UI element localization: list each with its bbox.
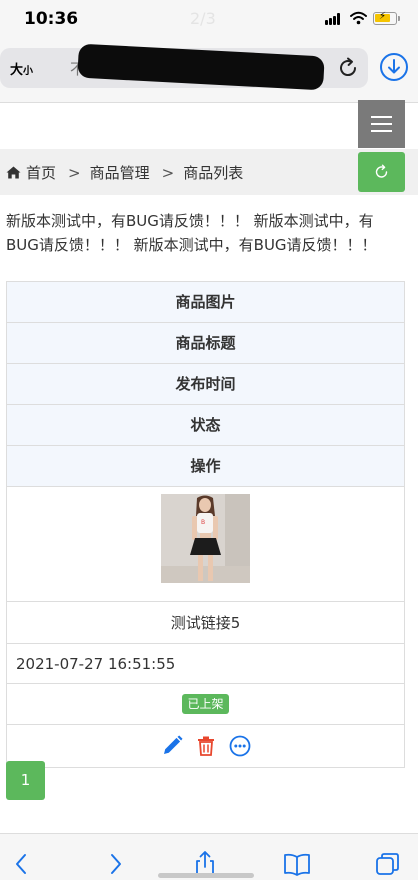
header-time: 发布时间: [7, 364, 404, 405]
status-cell: 已上架: [7, 684, 404, 725]
address-bar[interactable]: 大小 不: [0, 43, 368, 91]
title-cell[interactable]: 测试链接5: [7, 602, 404, 644]
browser-address-row: 大小 不: [0, 40, 418, 102]
site-header: [0, 102, 418, 148]
svg-text:B: B: [201, 519, 205, 526]
wifi-icon: [350, 11, 367, 25]
page: 10:36 2/3 ⚡ 大小 不: [0, 0, 418, 880]
edit-icon[interactable]: [161, 735, 183, 757]
more-icon[interactable]: [229, 735, 251, 757]
download-icon[interactable]: [380, 53, 408, 81]
header-actions: 操作: [7, 446, 404, 487]
status-time: 10:36: [24, 9, 79, 29]
header-status: 状态: [7, 405, 404, 446]
home-icon: [6, 166, 21, 179]
redaction-mark: [77, 43, 325, 91]
product-thumbnail[interactable]: B: [161, 494, 250, 583]
back-icon[interactable]: [8, 850, 36, 878]
breadcrumb: 首页 > 商品管理 > 商品列表: [6, 162, 243, 183]
breadcrumb-bar: 首页 > 商品管理 > 商品列表: [0, 149, 418, 195]
breadcrumb-section[interactable]: 商品管理: [90, 162, 150, 183]
product-table: 商品图片 商品标题 发布时间 状态 操作 B 测试链接5 2021-07-27 …: [6, 281, 405, 768]
refresh-button[interactable]: [358, 152, 405, 192]
battery-icon: ⚡: [373, 11, 397, 25]
menu-icon[interactable]: [358, 100, 405, 148]
tabs-icon[interactable]: [374, 850, 402, 878]
refresh-icon: [375, 164, 388, 178]
home-indicator: [158, 873, 254, 878]
status-badge: 已上架: [182, 694, 229, 714]
header-image: 商品图片: [7, 282, 404, 323]
forward-icon[interactable]: [101, 850, 129, 878]
delete-icon[interactable]: [195, 735, 217, 757]
header-title: 商品标题: [7, 323, 404, 364]
reload-icon[interactable]: [336, 56, 360, 80]
breadcrumb-current: 商品列表: [183, 164, 244, 182]
signal-icon: [325, 13, 343, 25]
status-bar: 10:36 2/3 ⚡: [0, 0, 418, 40]
breadcrumb-separator: >: [68, 163, 81, 182]
notice-text: 新版本测试中，有BUG请反馈！！！ 新版本测试中，有BUG请反馈！！！ 新版本测…: [6, 212, 377, 254]
text-size-button[interactable]: 大小: [10, 59, 33, 78]
image-cell: B: [7, 494, 404, 602]
page-indicator: 2/3: [190, 9, 216, 28]
breadcrumb-home[interactable]: 首页: [26, 162, 56, 183]
pagination-page-1[interactable]: 1: [6, 761, 45, 800]
time-cell: 2021-07-27 16:51:55: [7, 644, 404, 684]
bookmarks-icon[interactable]: [283, 850, 311, 878]
actions-cell: [7, 725, 404, 767]
breadcrumb-separator: >: [161, 163, 175, 182]
